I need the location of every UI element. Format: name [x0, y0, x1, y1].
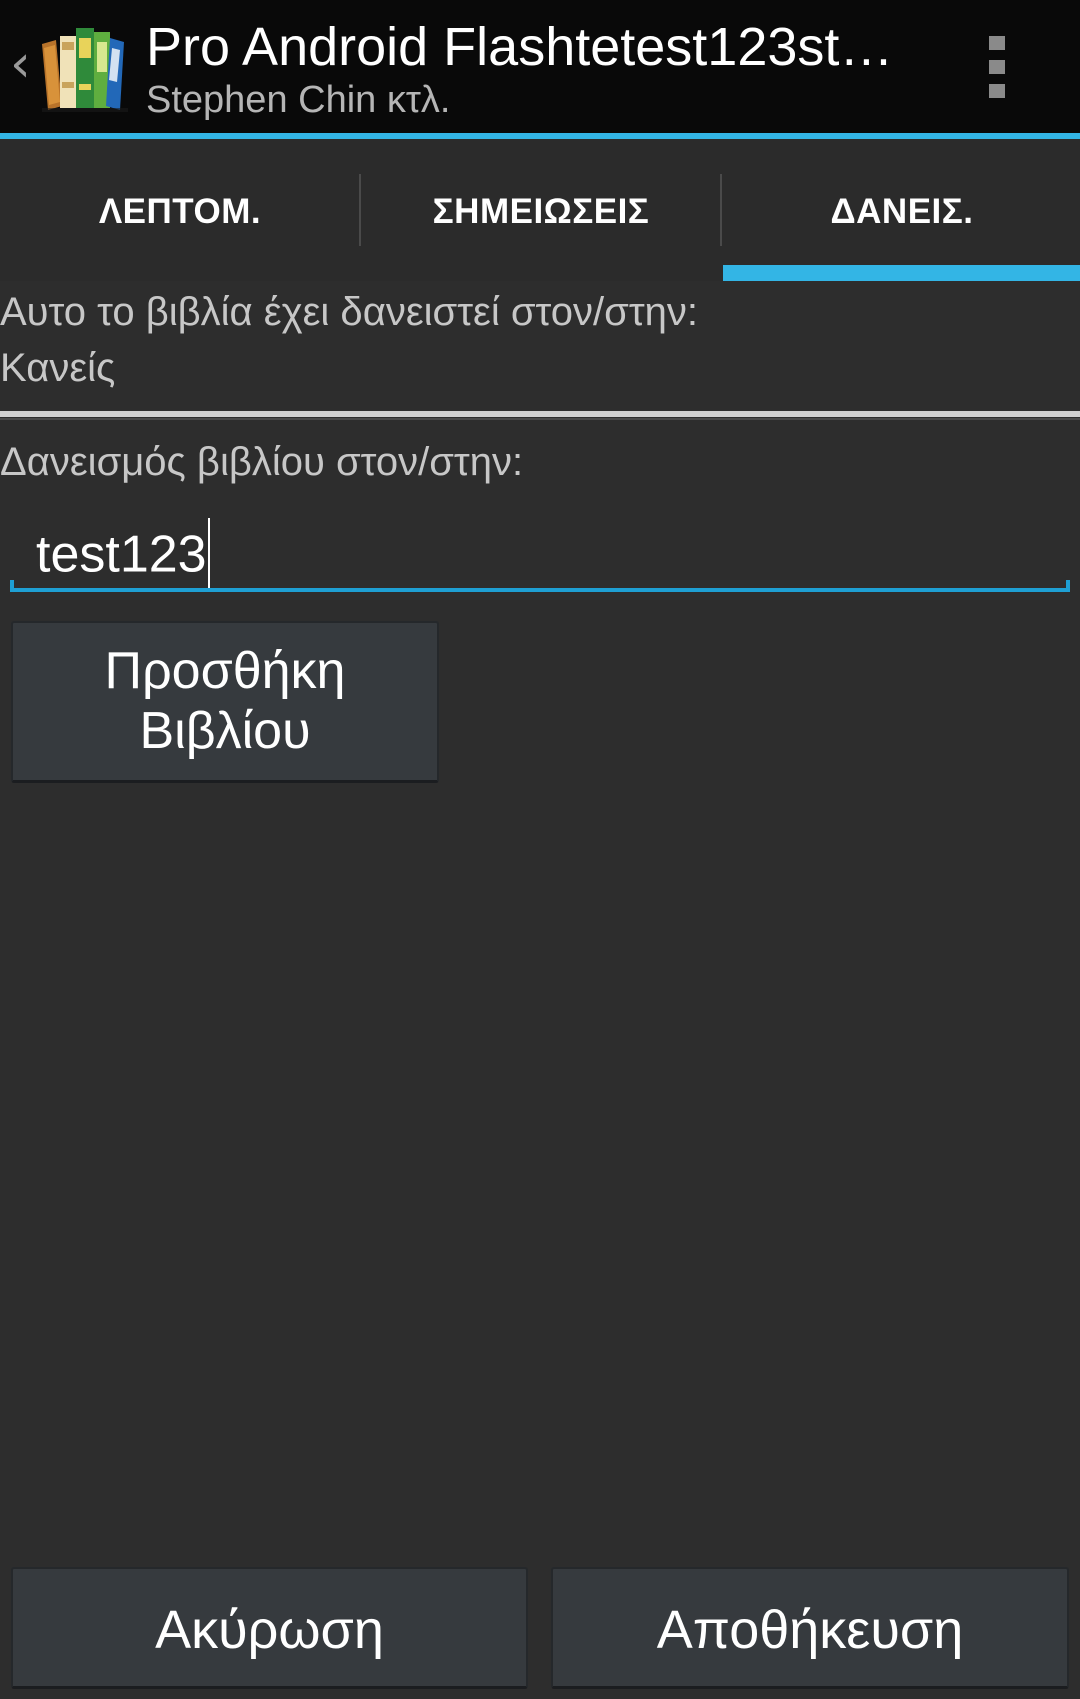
input-underline-tick — [1066, 580, 1070, 592]
book-title: Pro Android Flashtetest123st… — [146, 17, 894, 77]
screen: ‹ Pro Android Flashtetest123st… Stephen … — [0, 0, 1080, 1699]
input-underline — [10, 588, 1070, 592]
books-icon — [42, 28, 128, 112]
lent-to-value: Κανείς — [0, 346, 116, 390]
tab-notes[interactable]: ΣΗΜΕΙΩΣΕΙΣ — [361, 139, 721, 281]
lent-to-label: Αυτο το βιβλία έχει δανειστεί στον/στην: — [0, 290, 698, 334]
overflow-dot — [989, 84, 1005, 98]
tab-loan[interactable]: ΔΑΝΕΙΣ. — [722, 139, 1080, 281]
add-book-button[interactable]: Προσθήκη Βιβλίου — [11, 621, 439, 783]
borrower-name-value: test123 — [36, 518, 210, 594]
lend-to-label: Δανεισμός βιβλίου στον/στην: — [0, 440, 524, 484]
overflow-dot — [989, 36, 1005, 50]
tab-bar-bottom-line — [0, 418, 1080, 420]
book-authors: Stephen Chin κτλ. — [146, 79, 451, 121]
overflow-dot — [989, 60, 1005, 74]
tab-details[interactable]: ΛΕΠΤΟΜ. — [0, 139, 360, 281]
add-book-button-line1: Προσθήκη — [104, 642, 346, 700]
borrower-name-text: test123 — [36, 525, 207, 584]
section-separator — [0, 411, 1080, 417]
add-book-button-line2: Βιβλίου — [139, 702, 311, 760]
title-block: Pro Android Flashtetest123st… Stephen Ch… — [146, 16, 906, 122]
action-bar: ‹ Pro Android Flashtetest123st… Stephen … — [0, 0, 1080, 133]
up-navigation-button[interactable]: ‹ — [0, 0, 135, 133]
back-caret-icon: ‹ — [10, 34, 31, 94]
selected-tab-indicator — [723, 265, 1080, 281]
text-cursor — [207, 518, 210, 590]
overflow-menu-icon[interactable] — [960, 0, 1080, 133]
borrower-name-input[interactable]: test123 — [10, 500, 1070, 598]
save-button[interactable]: Αποθήκευση — [551, 1567, 1069, 1689]
tab-bar: ΛΕΠΤΟΜ. ΣΗΜΕΙΩΣΕΙΣ ΔΑΝΕΙΣ. — [0, 139, 1080, 420]
cancel-button[interactable]: Ακύρωση — [11, 1567, 528, 1689]
input-underline-tick — [10, 580, 14, 592]
